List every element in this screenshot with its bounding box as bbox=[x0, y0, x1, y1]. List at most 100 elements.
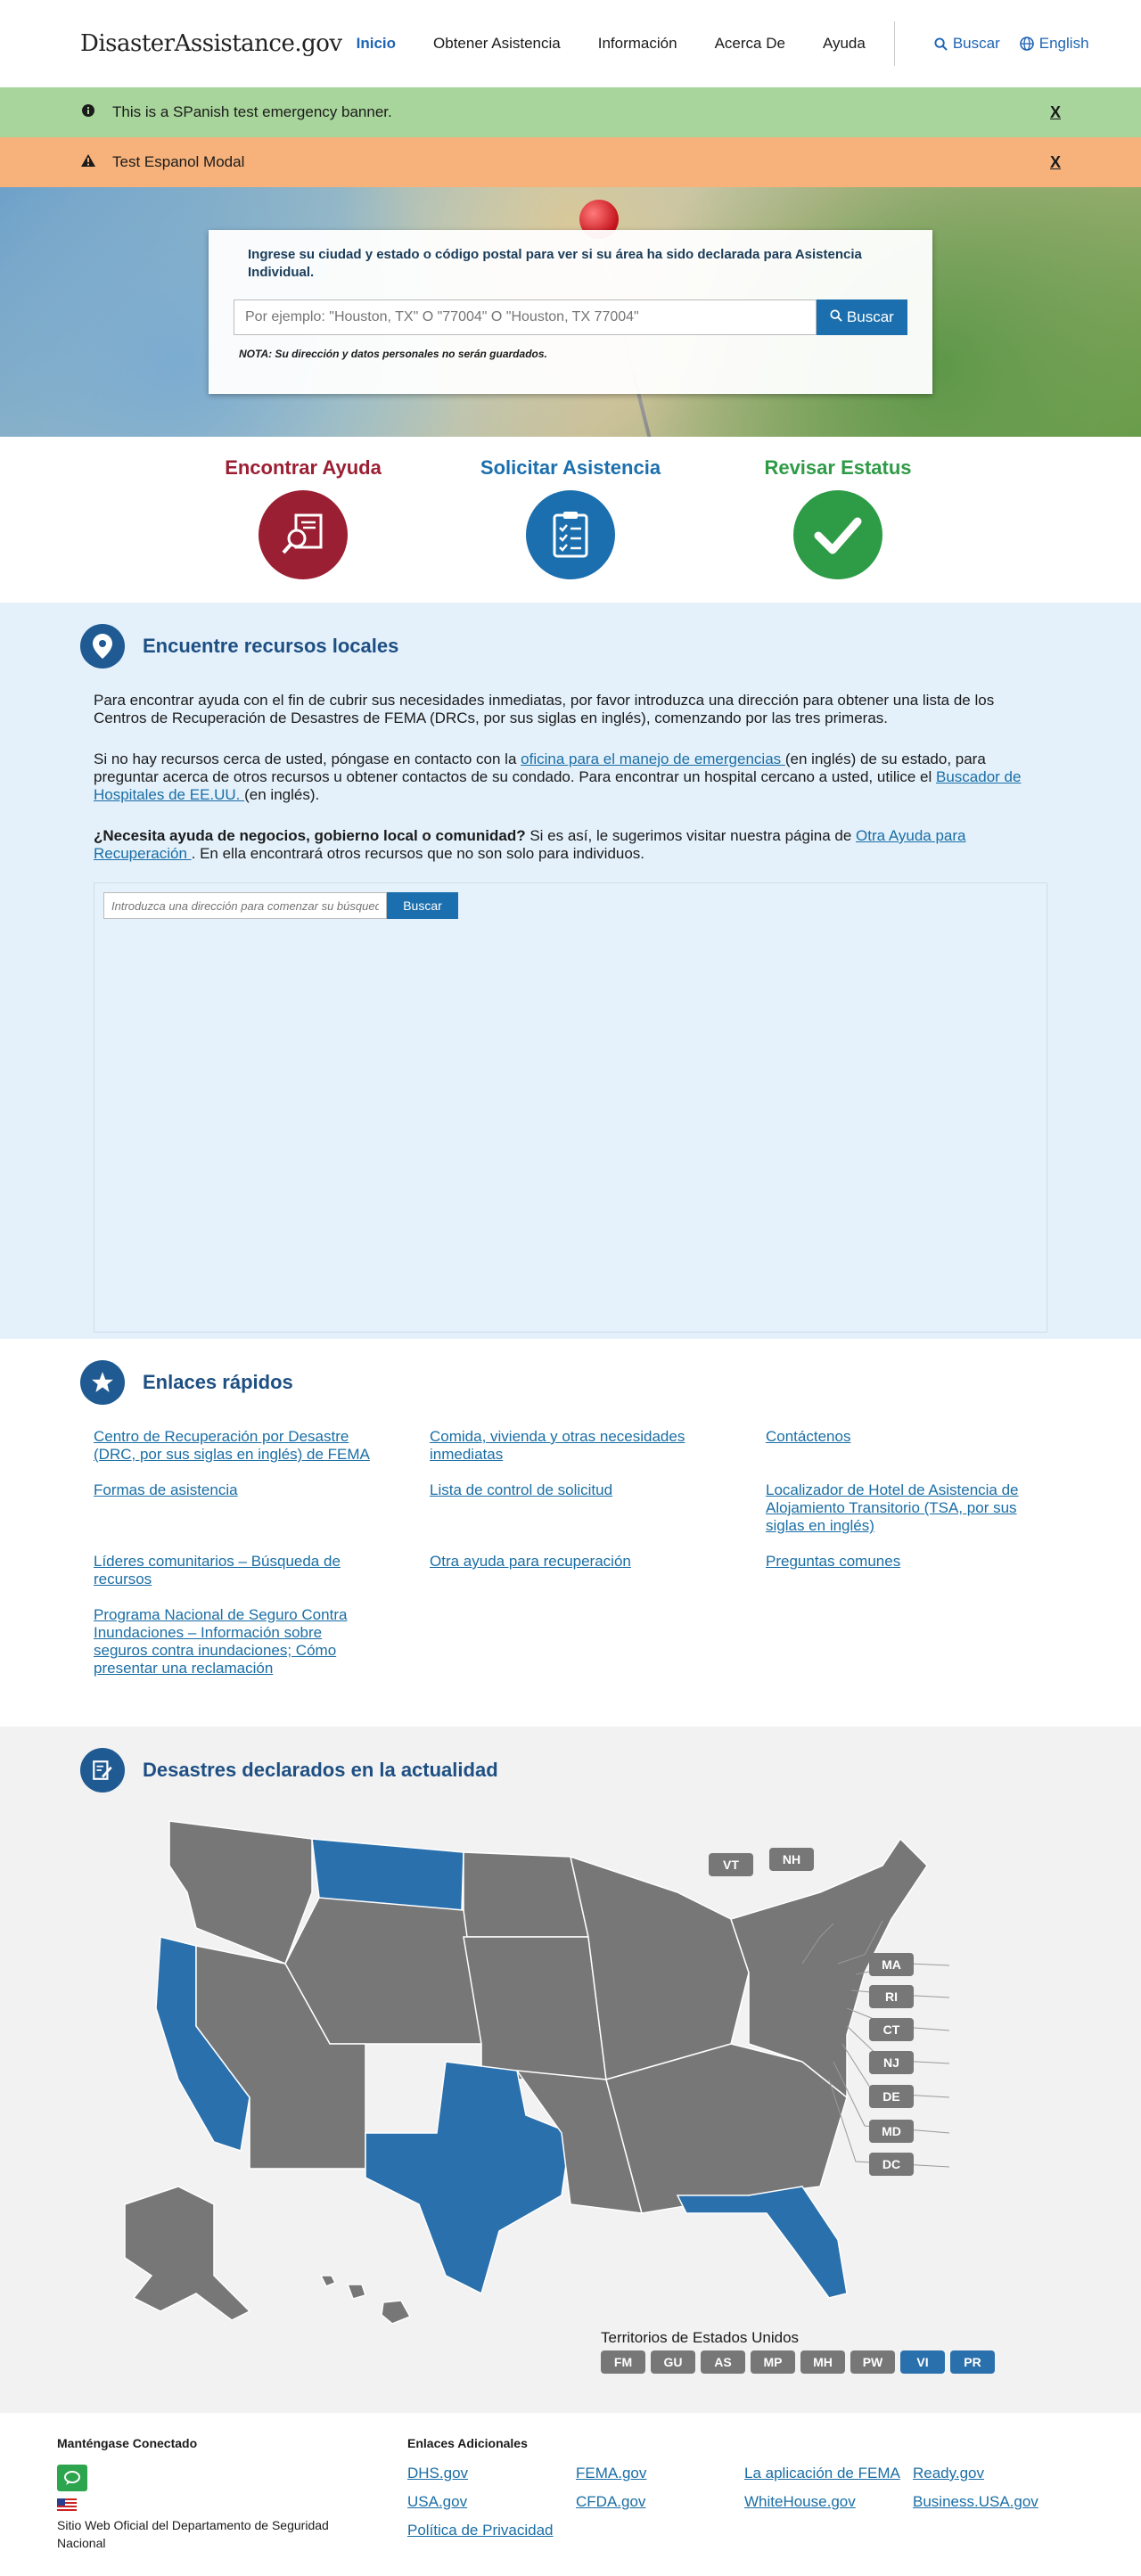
nav-obtener-asistencia[interactable]: Obtener Asistencia bbox=[433, 35, 561, 53]
territory-badge[interactable]: FM bbox=[601, 2350, 645, 2374]
quick-link[interactable]: Localizador de Hotel de Asistencia de Al… bbox=[766, 1481, 1042, 1535]
header-search-label: Buscar bbox=[952, 35, 1000, 52]
footer-link[interactable]: DHS.gov bbox=[407, 2465, 576, 2482]
footer-link[interactable]: Business.USA.gov bbox=[913, 2493, 1081, 2511]
state-region-north[interactable] bbox=[463, 1851, 589, 1938]
nav-ayuda[interactable]: Ayuda bbox=[823, 35, 866, 53]
footer-link[interactable]: USA.gov bbox=[407, 2493, 576, 2511]
logo-text: DisasterAssistance bbox=[80, 30, 295, 57]
quick-link[interactable]: Centro de Recuperación por Desastre (DRC… bbox=[94, 1428, 370, 1464]
territories-title: Territorios de Estados Unidos bbox=[601, 2329, 800, 2346]
text-span: Si no hay recursos cerca de usted, pónga… bbox=[94, 751, 521, 767]
clipboard-icon[interactable] bbox=[526, 490, 615, 579]
drc-search-button[interactable]: Buscar bbox=[387, 892, 458, 919]
territory-badge[interactable]: PW bbox=[850, 2350, 895, 2374]
state-badge-vt[interactable]: VT bbox=[709, 1853, 753, 1876]
quick-links-section: Enlaces rápidos Centro de Recuperación p… bbox=[0, 1339, 1141, 1727]
territory-badge[interactable]: GU bbox=[651, 2350, 695, 2374]
additional-links-title: Enlaces Adicionales bbox=[407, 2436, 528, 2450]
find-help-icon[interactable] bbox=[259, 490, 348, 579]
drc-map-container[interactable]: Buscar bbox=[94, 882, 1047, 1333]
territory-badge[interactable]: MH bbox=[800, 2350, 845, 2374]
footer-link[interactable]: WhiteHouse.gov bbox=[744, 2493, 913, 2511]
state-badge-md[interactable]: MD bbox=[869, 2120, 914, 2143]
territories-list: FM GU AS MP MH PW VI PR bbox=[601, 2350, 995, 2374]
us-disaster-map[interactable] bbox=[107, 1812, 998, 2329]
state-hawaii[interactable] bbox=[319, 2275, 412, 2325]
quick-link[interactable]: Preguntas comunes bbox=[766, 1553, 1042, 1588]
local-contact-text: Si no hay recursos cerca de usted, pónga… bbox=[94, 751, 1043, 804]
globe-icon bbox=[1019, 37, 1034, 51]
address-search-input[interactable] bbox=[234, 299, 817, 335]
declared-disasters-section: Desastres declarados en la actualidad VT… bbox=[0, 1727, 1141, 2413]
footer-links: DHS.gov FEMA.gov La aplicación de FEMA R… bbox=[407, 2465, 1081, 2539]
warning-icon bbox=[80, 153, 96, 171]
primary-actions: Encontrar Ayuda Solicitar Asistencia Rev… bbox=[0, 437, 1141, 603]
modal-banner-close[interactable]: X bbox=[1050, 153, 1061, 172]
quick-link[interactable]: Formas de asistencia bbox=[94, 1481, 370, 1535]
state-badge-ri[interactable]: RI bbox=[869, 1985, 914, 2008]
quick-link[interactable]: Contáctenos bbox=[766, 1428, 1042, 1464]
language-label: English bbox=[1038, 35, 1089, 52]
footer-link[interactable]: FEMA.gov bbox=[576, 2465, 744, 2482]
find-help-action[interactable]: Encontrar Ayuda bbox=[169, 456, 437, 603]
local-business-text: ¿Necesita ayuda de negocios, gobierno lo… bbox=[94, 827, 1043, 863]
checkmark-icon[interactable] bbox=[793, 490, 882, 579]
territory-badge[interactable]: PR bbox=[950, 2350, 995, 2374]
quick-link[interactable]: Líderes comunitarios – Búsqueda de recur… bbox=[94, 1553, 370, 1588]
modal-banner: Test Espanol Modal X bbox=[0, 137, 1141, 187]
state-badge-dc[interactable]: DC bbox=[869, 2153, 914, 2176]
local-resources-title: Encuentre recursos locales bbox=[143, 635, 399, 657]
apply-action[interactable]: Solicitar Asistencia bbox=[437, 456, 704, 603]
header-search-button[interactable]: Buscar bbox=[934, 35, 1000, 53]
site-header: DisasterAssistance.gov Inicio Obtener As… bbox=[0, 0, 1141, 87]
address-search-button[interactable]: Buscar bbox=[817, 299, 907, 335]
business-question: ¿Necesita ayuda de negocios, gobierno lo… bbox=[94, 827, 526, 844]
privacy-note: NOTA: Su dirección y datos personales no… bbox=[239, 348, 547, 360]
stay-connected-title: Manténgase Conectado bbox=[57, 2436, 198, 2450]
document-edit-icon bbox=[80, 1748, 125, 1793]
site-logo[interactable]: DisasterAssistance.gov bbox=[80, 30, 342, 57]
state-badge-nj[interactable]: NJ bbox=[869, 2051, 914, 2074]
find-help-label: Encontrar Ayuda bbox=[225, 456, 382, 479]
search-icon bbox=[830, 309, 842, 322]
quick-link[interactable]: Programa Nacional de Seguro Contra Inund… bbox=[94, 1606, 370, 1678]
state-badge-de[interactable]: DE bbox=[869, 2085, 914, 2108]
emergency-banner: This is a SPanish test emergency banner.… bbox=[0, 87, 1141, 137]
footer-link[interactable]: La aplicación de FEMA bbox=[744, 2465, 913, 2482]
quick-links-title: Enlaces rápidos bbox=[143, 1371, 293, 1393]
state-florida[interactable] bbox=[676, 2186, 848, 2299]
site-footer: Manténgase Conectado Sitio Web Oficial d… bbox=[0, 2413, 1141, 2573]
state-region-west[interactable] bbox=[168, 1820, 313, 1965]
quick-link[interactable]: Comida, vivienda y otras necesidades inm… bbox=[430, 1428, 706, 1464]
search-icon bbox=[934, 37, 948, 51]
nav-acerca-de[interactable]: Acerca De bbox=[715, 35, 785, 53]
address-search-prompt: Ingrese su ciudad y estado o código post… bbox=[248, 247, 862, 280]
drc-address-input[interactable] bbox=[103, 892, 387, 919]
footer-link[interactable]: CFDA.gov bbox=[576, 2493, 744, 2511]
footer-link[interactable]: Política de Privacidad bbox=[407, 2522, 576, 2539]
hero-section: Ingrese su ciudad y estado o código post… bbox=[0, 187, 1141, 437]
territory-badge[interactable]: MP bbox=[751, 2350, 795, 2374]
emergency-office-link[interactable]: oficina para el manejo de emergencias bbox=[521, 751, 785, 767]
check-status-action[interactable]: Revisar Estatus bbox=[704, 456, 972, 603]
nav-informacion[interactable]: Información bbox=[598, 35, 677, 53]
state-alaska[interactable] bbox=[124, 2186, 251, 2321]
local-resources-section: Encuentre recursos locales Para encontra… bbox=[0, 603, 1141, 1339]
emergency-banner-text: This is a SPanish test emergency banner. bbox=[112, 103, 392, 120]
state-region-plains[interactable] bbox=[463, 1936, 607, 2080]
declared-disasters-title: Desastres declarados en la actualidad bbox=[143, 1759, 498, 1781]
footer-link[interactable]: Ready.gov bbox=[913, 2465, 1081, 2482]
state-badge-ct[interactable]: CT bbox=[869, 2018, 914, 2041]
state-badge-ma[interactable]: MA bbox=[869, 1953, 914, 1976]
quick-link[interactable]: Lista de control de solicitud bbox=[430, 1481, 706, 1535]
chat-icon[interactable] bbox=[57, 2465, 87, 2491]
emergency-banner-close[interactable]: X bbox=[1050, 103, 1061, 122]
language-toggle[interactable]: English bbox=[1019, 35, 1089, 53]
state-badge-nh[interactable]: NH bbox=[769, 1848, 814, 1871]
territory-badge[interactable]: AS bbox=[701, 2350, 745, 2374]
text-span: Si es así, le sugerimos visitar nuestra … bbox=[525, 827, 856, 844]
territory-badge[interactable]: VI bbox=[900, 2350, 945, 2374]
quick-link[interactable]: Otra ayuda para recuperación bbox=[430, 1553, 706, 1588]
nav-inicio[interactable]: Inicio bbox=[357, 35, 396, 53]
